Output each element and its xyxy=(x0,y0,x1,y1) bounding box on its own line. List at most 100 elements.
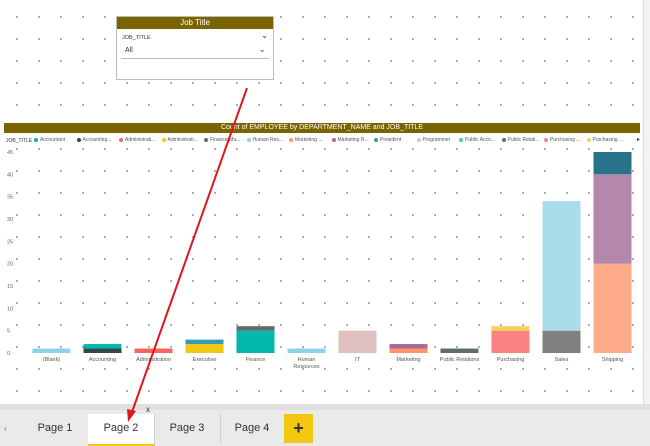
chart-legend: Accountant Accounting... Administrati... Ad… xyxy=(34,137,630,145)
legend-label: Accounting... xyxy=(82,137,112,143)
legend-item[interactable]: Marketing R... xyxy=(331,137,369,143)
legend-item[interactable]: Marketing ... xyxy=(289,137,323,143)
legend-item[interactable]: Accountant xyxy=(34,137,65,143)
legend-label: Finance Ma... xyxy=(210,137,241,143)
y-tick-label: 25 xyxy=(7,239,13,245)
legend-label: Administrati... xyxy=(125,137,156,143)
legend-item[interactable]: Purchasing ... xyxy=(544,137,581,143)
legend-label: Public Acco... xyxy=(465,137,496,143)
x-tick-label: Administration xyxy=(136,357,171,363)
bar-segment xyxy=(338,330,377,353)
y-tick-label: 10 xyxy=(7,306,13,312)
legend-swatch xyxy=(119,137,123,142)
legend-label: Purchasing ... xyxy=(550,137,581,143)
x-tick-label: IT xyxy=(355,357,361,363)
bar-segment xyxy=(389,348,428,353)
legend-next-arrow-icon[interactable]: ▸ xyxy=(637,136,640,143)
y-tick-label: 35 xyxy=(7,195,13,201)
x-tick-label: Resources xyxy=(293,364,320,370)
close-icon[interactable]: x xyxy=(146,405,150,415)
vertical-scrollbar[interactable] xyxy=(643,0,650,404)
plot-area: 0 5 10 15 20 25 30 35 40 45 (Blank) Accounting Admin… xyxy=(7,150,632,370)
legend-item[interactable]: Human Res... xyxy=(246,137,284,143)
bar-segment xyxy=(491,326,530,331)
x-tick-label: Purchasing xyxy=(497,357,525,363)
tab-page-2[interactable]: Page 2 x xyxy=(88,405,155,446)
bar-segment xyxy=(593,174,632,264)
bar-segment xyxy=(593,263,632,353)
legend-swatch xyxy=(289,137,293,142)
slicer-field-label: JOB_TITLE xyxy=(122,35,151,41)
legend-label: Marketing ... xyxy=(295,137,323,143)
legend-swatch xyxy=(76,137,81,142)
legend-swatch xyxy=(501,137,506,142)
legend-swatch xyxy=(34,137,38,142)
tab-page-1[interactable]: Page 1 xyxy=(22,414,89,444)
legend-item[interactable]: Administrati... xyxy=(161,137,198,143)
job-title-slicer[interactable]: Job Title JOB_TITLE ⌄ All ⌄ xyxy=(116,16,274,80)
x-tick-label: Shipping xyxy=(602,357,623,363)
legend-item[interactable]: Finance Ma... xyxy=(204,137,240,143)
slicer-header: Job Title xyxy=(117,17,273,29)
legend-label: Marketing R... xyxy=(337,137,369,143)
legend-item[interactable]: Administrati... xyxy=(119,137,155,143)
x-tick-label: Marketing xyxy=(396,357,420,363)
legend-swatch xyxy=(416,137,421,142)
legend-label: President xyxy=(380,137,402,143)
legend-label: Purchasing ... xyxy=(592,137,624,143)
slicer-dropdown[interactable]: All ⌄ xyxy=(121,44,269,59)
y-tick-label: 5 xyxy=(7,329,10,335)
bar-segment xyxy=(236,330,275,353)
x-tick-label: Public Relations xyxy=(440,357,480,363)
legend-label: Administrati... xyxy=(167,137,198,143)
x-tick-label: Human xyxy=(298,357,316,363)
legend-swatch xyxy=(246,137,251,142)
legend-item[interactable]: Public Relati... xyxy=(501,137,539,143)
bar-segment xyxy=(236,326,275,331)
bar-segment xyxy=(185,344,224,353)
legend-label: Programmer xyxy=(422,137,451,143)
chevron-down-icon[interactable]: ⌄ xyxy=(258,44,266,55)
y-tick-label: 15 xyxy=(7,284,13,290)
stacked-column-chart[interactable]: Count of EMPLOYEE by DEPARTMENT_NAME and… xyxy=(4,123,640,378)
legend-title: JOB_TITLE xyxy=(6,138,33,144)
y-tick-label: 45 xyxy=(7,150,13,156)
chart-title: Count of EMPLOYEE by DEPARTMENT_NAME and… xyxy=(4,123,640,133)
tab-page-4[interactable]: Page 4 xyxy=(220,414,285,444)
y-tick-label: 40 xyxy=(7,172,13,178)
bar-segment xyxy=(32,348,71,353)
legend-swatch xyxy=(204,137,208,142)
tab-label: Page 2 xyxy=(103,422,139,434)
legend-item[interactable]: Programmer xyxy=(416,137,451,143)
legend-label: Human Res... xyxy=(252,137,284,143)
bar-segment xyxy=(134,348,173,353)
bar-segment xyxy=(440,348,479,353)
legend-swatch xyxy=(586,137,591,142)
legend-swatch xyxy=(161,137,166,142)
y-tick-label: 30 xyxy=(7,217,13,223)
y-tick-label: 20 xyxy=(7,262,13,268)
bar-segment xyxy=(491,330,530,353)
tab-page-3[interactable]: Page 3 xyxy=(154,414,221,444)
tab-scroll-left-icon[interactable]: ‹ xyxy=(4,424,7,433)
chevron-down-icon[interactable]: ⌄ xyxy=(261,31,268,40)
x-tick-label: Sales xyxy=(555,357,569,363)
legend-swatch xyxy=(459,137,463,142)
bar-segment xyxy=(83,348,122,353)
x-tick-label: Finance xyxy=(246,357,266,363)
legend-swatch xyxy=(331,137,336,142)
bar-segment xyxy=(542,330,581,353)
bar-segment xyxy=(389,344,428,349)
legend-item[interactable]: Public Acco... xyxy=(459,137,495,143)
legend-item[interactable]: Purchasing ... xyxy=(586,137,624,143)
x-tick-label: (Blank) xyxy=(43,357,61,363)
add-page-button[interactable]: + xyxy=(284,414,313,443)
legend-label: Accountant xyxy=(40,137,66,143)
y-tick-label: 0 xyxy=(7,351,10,357)
legend-item[interactable]: Accounting... xyxy=(76,137,112,143)
legend-item[interactable]: President xyxy=(374,137,401,143)
bar-segment xyxy=(593,152,632,175)
bar-segment xyxy=(287,348,326,353)
x-tick-label: Accounting xyxy=(89,357,116,363)
bar-segment xyxy=(542,201,581,331)
